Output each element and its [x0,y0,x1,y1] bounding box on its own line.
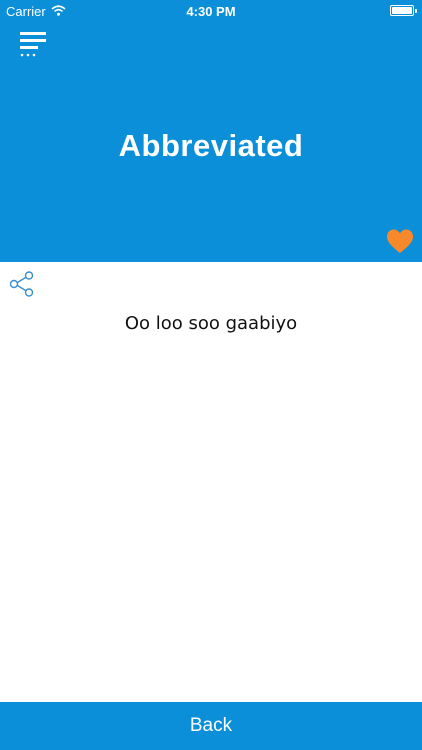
phrase-text: Oo loo soo gaabiyo [124,313,298,334]
status-bar: Carrier 4:30 PM [0,0,422,22]
battery-icon [390,5,417,16]
back-button[interactable]: Back [0,702,422,750]
status-time: 4:30 PM [186,4,236,19]
menu-button[interactable] [14,28,52,60]
share-icon [9,271,34,297]
screen: Carrier 4:30 PM Abbreviated Oo loo soo g… [0,0,422,750]
battery-fill [392,7,412,14]
page-title: Abbreviated [118,128,304,163]
favorite-button[interactable] [385,226,415,256]
share-button[interactable] [8,270,36,298]
header: Abbreviated [0,22,422,262]
menu-icon [20,32,46,57]
back-label: Back [189,715,233,736]
heart-icon [387,229,413,253]
battery-nub [415,9,417,13]
